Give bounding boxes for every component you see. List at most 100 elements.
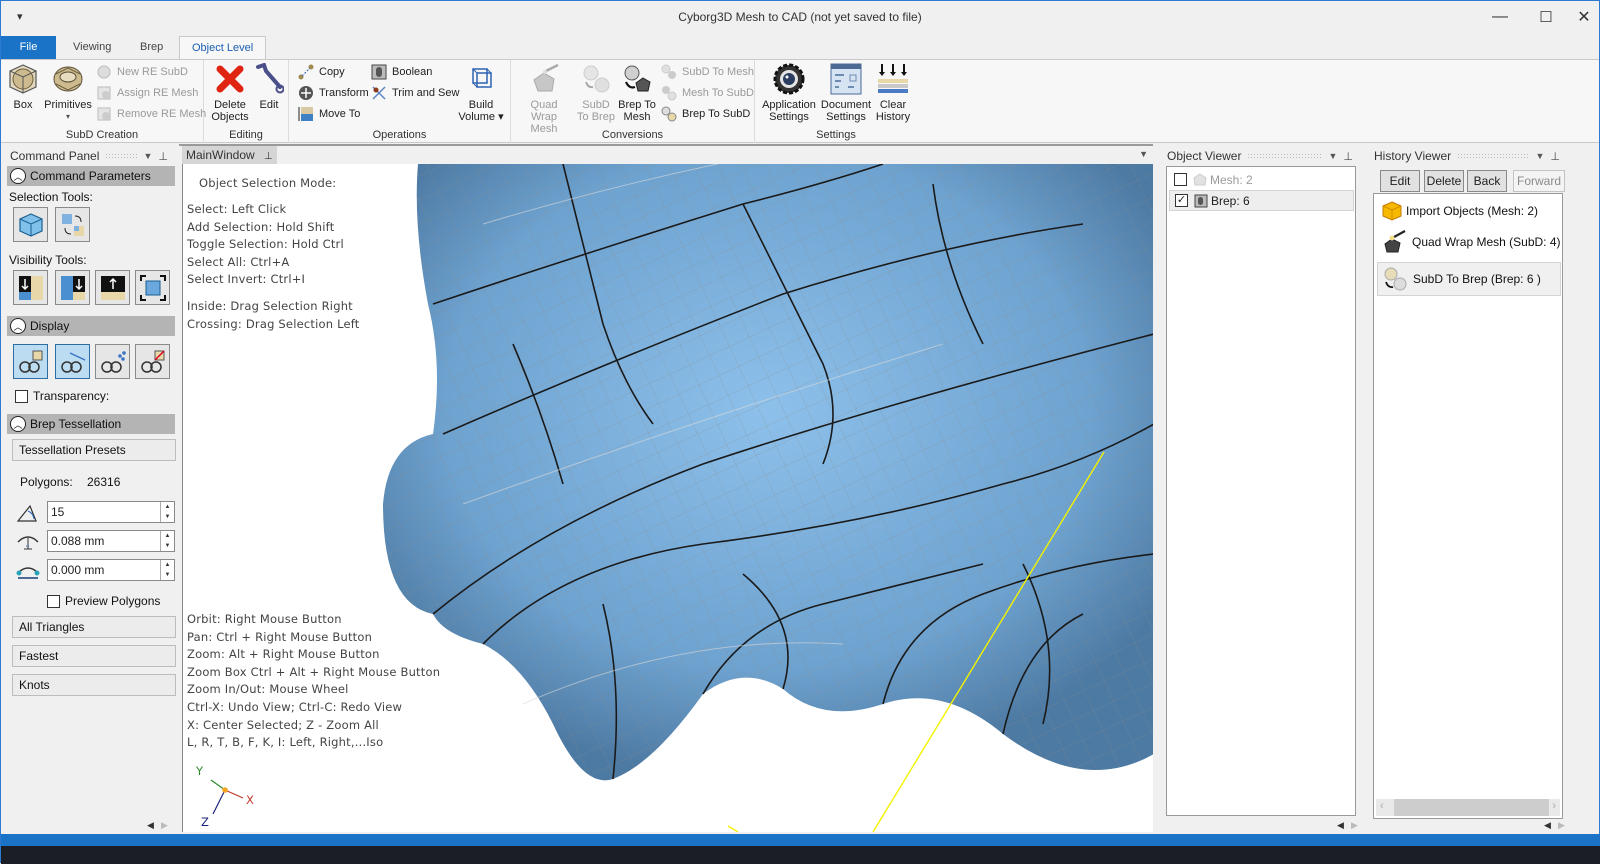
help-line: Crossing: Drag Selection Left — [187, 316, 360, 331]
section-brep-tessellation[interactable]: ︿ Brep Tessellation — [7, 414, 175, 434]
display-wireframe-button[interactable] — [55, 344, 90, 379]
drag-grip[interactable] — [1457, 153, 1530, 159]
visibility-checkbox[interactable] — [1174, 173, 1187, 186]
quad-wrap-mesh-button[interactable]: Quad Wrap Mesh — [516, 62, 572, 135]
angle-tolerance-input[interactable]: 15 ▲ ▼ — [47, 501, 175, 523]
history-delete-button[interactable]: Delete — [1424, 170, 1464, 192]
hide-selected-button[interactable] — [13, 270, 48, 305]
scroll-right-icon[interactable]: ▶ — [161, 820, 168, 831]
brep-to-subd-button[interactable]: Brep To SubD — [661, 104, 750, 124]
document-settings-button[interactable]: Document Settings — [819, 62, 873, 123]
scroll-right-icon[interactable]: ▶ — [1351, 820, 1358, 831]
history-edit-button[interactable]: Edit — [1380, 170, 1420, 192]
copy-button[interactable]: Copy — [298, 62, 345, 82]
tessellation-presets-button[interactable]: Tessellation Presets — [12, 439, 176, 461]
navigation-help: Orbit: Right Mouse Button Pan: Ctrl + Ri… — [187, 611, 440, 752]
history-item[interactable]: Import Objects (Mesh: 2) — [1377, 200, 1561, 222]
section-display[interactable]: ︿ Display — [7, 316, 175, 336]
chord-distance-input[interactable]: 0.088 mm ▲ ▼ — [47, 530, 175, 552]
preset-fastest-button[interactable]: Fastest — [12, 645, 176, 667]
zoom-extents-button[interactable] — [135, 270, 170, 305]
help-line: Zoom: Alt + Right Mouse Button — [187, 647, 380, 662]
trim-and-sew-button[interactable]: Trim and Sew — [371, 83, 459, 103]
object-item-mesh[interactable]: Mesh: 2 — [1169, 169, 1354, 190]
pin-icon[interactable]: ⊥ — [1343, 150, 1353, 163]
pin-icon[interactable]: ⊥ — [264, 151, 273, 162]
display-hide-button[interactable] — [135, 344, 170, 379]
move-to-icon — [298, 106, 314, 122]
transparency-checkbox[interactable] — [15, 390, 28, 403]
tab-object-level[interactable]: Object Level — [179, 36, 267, 60]
primitives-button[interactable]: Primitives ▾ — [44, 62, 92, 123]
new-re-subd-icon — [96, 64, 112, 80]
select-swap-button[interactable] — [55, 207, 90, 242]
preview-polygons-checkbox[interactable] — [47, 595, 60, 608]
remove-re-mesh-button[interactable]: Remove RE Mesh — [96, 104, 206, 124]
pin-icon[interactable]: ⊥ — [158, 150, 168, 163]
scroll-left-icon[interactable]: ‹ — [1380, 800, 1384, 812]
dropdown-icon[interactable]: ▼ — [143, 151, 152, 161]
tab-viewing[interactable]: Viewing — [61, 36, 123, 59]
hide-unselected-button[interactable] — [55, 270, 90, 305]
object-item-brep[interactable]: ✓ Brep: 6 — [1169, 190, 1354, 211]
close-button[interactable]: ✕ — [1569, 1, 1599, 33]
brep-to-mesh-button[interactable]: Brep To Mesh — [616, 62, 658, 123]
preset-all-triangles-button[interactable]: All Triangles — [12, 616, 176, 638]
scrollbar-thumb[interactable] — [1394, 799, 1549, 816]
clear-history-button[interactable]: Clear History — [873, 62, 913, 123]
edit-button[interactable]: Edit — [254, 62, 284, 111]
dropdown-icon[interactable]: ▼ — [1328, 151, 1337, 161]
dropdown-icon[interactable]: ▼ — [1535, 151, 1544, 161]
tab-brep[interactable]: Brep — [128, 36, 175, 59]
build-volume-button[interactable]: Build Volume ▾ — [457, 62, 505, 123]
select-objects-button[interactable] — [13, 207, 48, 242]
visibility-checkbox[interactable]: ✓ — [1175, 194, 1188, 207]
move-to-button[interactable]: Move To — [298, 104, 360, 124]
group-label: SubD Creation — [65, 129, 139, 141]
subd-to-mesh-button[interactable]: SubD To Mesh — [661, 62, 754, 82]
scroll-right-icon[interactable]: ▶ — [1558, 820, 1565, 831]
application-settings-button[interactable]: Application Settings — [759, 62, 819, 123]
horizontal-scrollbar[interactable]: ‹ › — [1376, 799, 1560, 816]
boolean-button[interactable]: Boolean — [371, 62, 432, 82]
transform-button[interactable]: Transform — [298, 83, 369, 103]
scroll-left-icon[interactable]: ◀ — [1544, 820, 1551, 831]
history-back-button[interactable]: Back — [1467, 170, 1507, 192]
tab-main-window[interactable]: MainWindow ⊥ — [182, 146, 277, 164]
collapse-icon: ︿ — [10, 318, 26, 334]
new-re-subd-button[interactable]: New RE SubD — [96, 62, 188, 82]
drag-grip[interactable] — [105, 153, 138, 159]
object-viewer-header: Object Viewer ▼ ⊥ — [1167, 149, 1353, 163]
show-all-button[interactable] — [95, 270, 130, 305]
display-points-button[interactable] — [95, 344, 130, 379]
preset-knots-button[interactable]: Knots — [12, 674, 176, 696]
mesh-to-subd-button[interactable]: Mesh To SubD — [661, 83, 754, 103]
pin-icon[interactable]: ⊥ — [1550, 150, 1560, 163]
min-edge-length-input[interactable]: 0.000 mm ▲ ▼ — [47, 559, 175, 581]
history-item[interactable]: Quad Wrap Mesh (SubD: 4) — [1377, 227, 1561, 257]
scroll-left-icon[interactable]: ◀ — [1337, 820, 1344, 831]
history-item[interactable]: SubD To Brep (Brep: 6 ) — [1377, 262, 1561, 296]
spinner-arrows[interactable]: ▲ ▼ — [160, 531, 174, 551]
spinner-arrows[interactable]: ▲ ▼ — [160, 560, 174, 580]
history-forward-button[interactable]: Forward — [1513, 170, 1565, 192]
assign-re-mesh-button[interactable]: Assign RE Mesh — [96, 83, 198, 103]
scroll-left-icon[interactable]: ◀ — [147, 820, 154, 831]
angle-tolerance-icon — [16, 503, 40, 526]
minimize-button[interactable]: — — [1477, 1, 1523, 33]
drag-grip[interactable] — [1247, 153, 1323, 159]
maximize-button[interactable]: ☐ — [1523, 1, 1569, 33]
delete-objects-button[interactable]: Delete Objects — [208, 62, 252, 123]
3d-viewport[interactable]: Object Selection Mode: Select: Left Clic… — [182, 164, 1153, 832]
subd-to-brep-icon — [1383, 267, 1407, 291]
subd-to-brep-button[interactable]: SubD To Brep — [574, 62, 618, 123]
subd-to-brep-icon — [580, 62, 612, 96]
group-editing: Delete Objects Edit Editing — [204, 60, 289, 143]
dropdown-icon[interactable]: ▼ — [1139, 149, 1148, 159]
section-command-parameters[interactable]: ︿ Command Parameters — [7, 166, 175, 186]
display-shaded-button[interactable] — [13, 344, 48, 379]
box-button[interactable]: Box — [7, 62, 39, 111]
spinner-arrows[interactable]: ▲ ▼ — [160, 502, 174, 522]
tab-file[interactable]: File — [1, 36, 56, 59]
scroll-right-icon[interactable]: › — [1552, 800, 1556, 812]
